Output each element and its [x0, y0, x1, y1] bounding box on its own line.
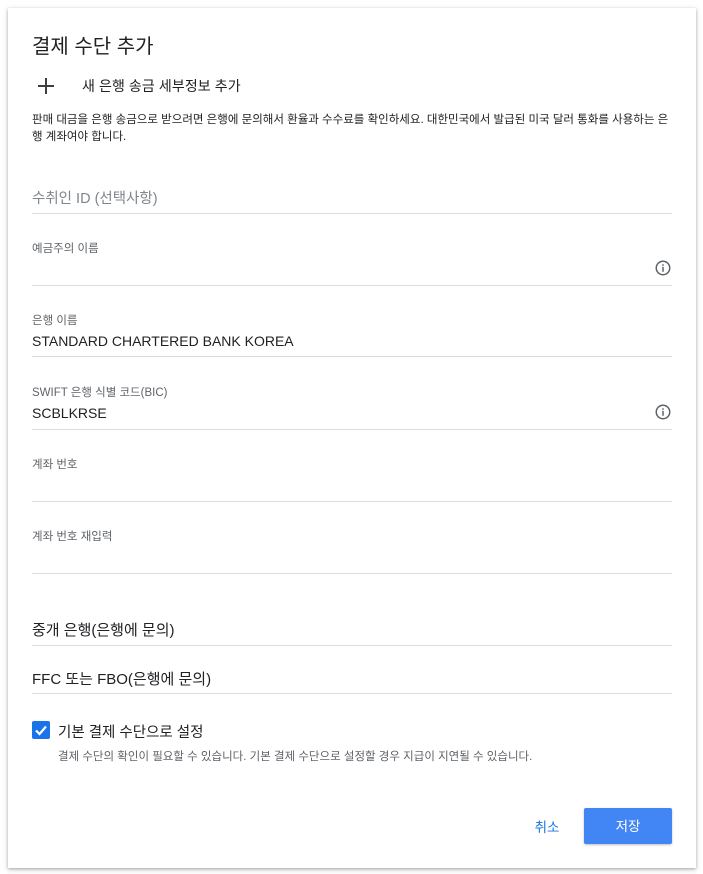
swift-code-value: SCBLKRSE: [32, 405, 107, 421]
swift-code-field[interactable]: SWIFT 은행 식별 코드(BIC) SCBLKRSE: [32, 380, 672, 430]
account-holder-label: 예금주의 이름: [32, 243, 99, 255]
account-number-confirm-label: 계좌 번호 재입력: [32, 531, 113, 543]
info-icon[interactable]: [654, 259, 672, 277]
account-number-field[interactable]: 계좌 번호: [32, 452, 672, 502]
add-bank-transfer-label: 새 은행 송금 세부정보 추가: [82, 78, 241, 94]
ffc-fbo-value: FFC 또는 FBO(은행에 문의): [32, 671, 212, 688]
bank-name-field[interactable]: 은행 이름 STANDARD CHARTERED BANK KOREA: [32, 308, 672, 357]
info-icon[interactable]: [654, 403, 672, 421]
cancel-button[interactable]: 취소: [520, 810, 574, 844]
bank-name-value: STANDARD CHARTERED BANK KOREA: [32, 333, 294, 349]
default-payment-help: 결제 수단의 확인이 필요할 수 있습니다. 기본 결제 수단으로 설정할 경우…: [58, 751, 533, 763]
checkmark-icon: [35, 725, 47, 736]
account-number-label: 계좌 번호: [32, 459, 78, 471]
save-button[interactable]: 저장: [584, 808, 672, 844]
swift-code-label: SWIFT 은행 식별 코드(BIC): [32, 387, 168, 399]
default-payment-label: 기본 결제 수단으로 설정: [58, 725, 204, 741]
account-holder-field[interactable]: 예금주의 이름: [32, 236, 672, 286]
payee-id-placeholder: 수취인 ID (선택사항): [32, 191, 158, 207]
plus-icon: [38, 78, 54, 94]
add-bank-transfer-button[interactable]: 새 은행 송금 세부정보 추가: [34, 74, 241, 98]
payee-id-field[interactable]: 수취인 ID (선택사항): [32, 176, 672, 214]
account-number-confirm-field[interactable]: 계좌 번호 재입력: [32, 524, 672, 574]
intermediary-bank-field[interactable]: 중개 은행(은행에 문의): [32, 608, 672, 646]
dialog-title: 결제 수단 추가: [32, 36, 154, 58]
intermediary-bank-value: 중개 은행(은행에 문의): [32, 622, 175, 639]
ffc-fbo-field[interactable]: FFC 또는 FBO(은행에 문의): [32, 656, 672, 694]
default-payment-checkbox[interactable]: [32, 721, 50, 739]
bank-transfer-description: 판매 대금을 은행 송금으로 받으려면 은행에 문의해서 환율과 수수료를 확인…: [32, 114, 669, 143]
add-payment-method-dialog: 결제 수단 추가 새 은행 송금 세부정보 추가 판매 대금을 은행 송금으로 …: [8, 8, 696, 868]
bank-name-label: 은행 이름: [32, 315, 78, 327]
